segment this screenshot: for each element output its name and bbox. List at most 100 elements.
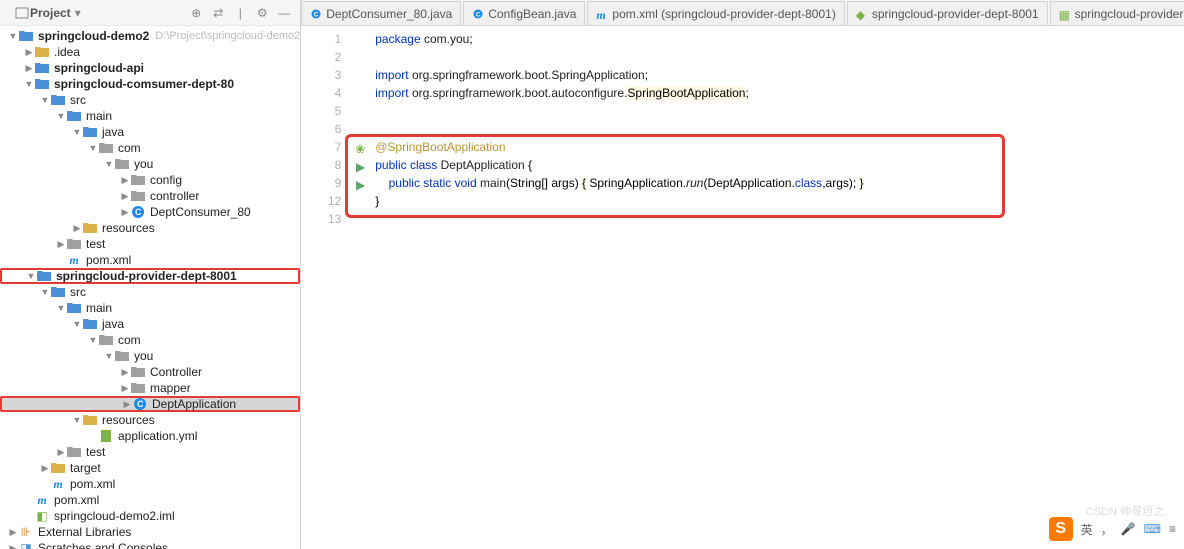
tree-row[interactable]: ▼resources (0, 412, 300, 428)
tree-row[interactable]: ▼com (0, 332, 300, 348)
tree-root[interactable]: ▼ springcloud-demo2 D:\Project\springclo… (0, 28, 300, 44)
package-icon (130, 173, 146, 187)
deptapp-label: DeptApplication (152, 397, 236, 411)
svg-text:C: C (476, 11, 481, 18)
tree-extlib[interactable]: ▶⊪External Libraries (0, 524, 300, 540)
root-label: springcloud-demo2 (38, 29, 149, 43)
tab-module[interactable]: ◆springcloud-provider-dept-8001 (847, 1, 1048, 25)
tree-row[interactable]: ▼src (0, 92, 300, 108)
maven-icon: m (596, 8, 608, 20)
hide-icon[interactable]: — (276, 5, 292, 21)
tab-label: DeptConsumer_80.java (326, 7, 452, 21)
folder-icon (66, 445, 82, 459)
ime-lang[interactable]: 英 (1081, 521, 1093, 538)
separator: | (232, 5, 248, 21)
tree-row[interactable]: ▶config (0, 172, 300, 188)
tree-row[interactable]: ▶CDeptConsumer_80 (0, 204, 300, 220)
tree-label: you (134, 349, 153, 363)
ime-mic-icon[interactable]: 🎤 (1121, 522, 1136, 536)
tree-row[interactable]: ▶Controller (0, 364, 300, 380)
tree-label: test (86, 237, 105, 251)
tree-row[interactable]: mpom.xml (0, 492, 300, 508)
package-icon (130, 381, 146, 395)
tree-idea[interactable]: ▶ .idea (0, 44, 300, 60)
resources-icon (82, 221, 98, 235)
class-icon: C (130, 205, 146, 219)
sidebar-title[interactable]: Project (30, 6, 71, 20)
chevron-right-icon[interactable]: ▶ (24, 47, 34, 58)
tree-label: java (102, 125, 124, 139)
svg-text:C: C (135, 207, 142, 217)
tree-row[interactable]: ▼you (0, 348, 300, 364)
chevron-right-icon[interactable]: ▶ (24, 63, 34, 74)
module-icon: ◆ (856, 8, 868, 20)
scratches-label: Scratches and Consoles (38, 541, 168, 549)
tree-row[interactable]: ▼src (0, 284, 300, 300)
tab-deptconsumer[interactable]: CDeptConsumer_80.java (301, 1, 461, 25)
chevron-down-icon[interactable]: ▼ (8, 31, 18, 41)
folder-icon (66, 109, 82, 123)
tree-label: springcloud-demo2.iml (54, 509, 175, 523)
chevron-down-icon[interactable]: ▼ (24, 79, 34, 89)
tree-label: DeptConsumer_80 (150, 205, 251, 219)
tab-pom[interactable]: mpom.xml (springcloud-provider-dept-8001… (587, 1, 844, 25)
tree-row[interactable]: mpom.xml (0, 252, 300, 268)
tree-row[interactable]: ▼main (0, 108, 300, 124)
tree-row[interactable]: ▼main (0, 300, 300, 316)
tree-consumer[interactable]: ▼ springcloud-comsumer-dept-80 (0, 76, 300, 92)
root-path: D:\Project\springcloud-demo2 (155, 30, 300, 42)
dropdown-icon[interactable]: ▾ (75, 6, 81, 20)
tab-yml[interactable]: ▦springcloud-provider-dept-8001\...\appl… (1050, 1, 1184, 25)
tree-label: Controller (150, 365, 202, 379)
ime-punct-icon[interactable]: ， (1101, 521, 1113, 538)
module-icon (36, 269, 52, 283)
package-icon (98, 141, 114, 155)
ime-menu-icon[interactable]: ≡ (1169, 522, 1176, 536)
tree-row[interactable]: ▶resources (0, 220, 300, 236)
folder-icon (66, 301, 82, 315)
tree-row[interactable]: ◧springcloud-demo2.iml (0, 508, 300, 524)
tab-label: ConfigBean.java (488, 7, 576, 21)
tree-api[interactable]: ▶ springcloud-api (0, 60, 300, 76)
module-icon (34, 61, 50, 75)
project-icon (14, 5, 30, 21)
tree-row[interactable]: ▼java (0, 124, 300, 140)
tree-row[interactable]: ▼java (0, 316, 300, 332)
project-folder-icon (18, 29, 34, 43)
tree-label: com (118, 333, 141, 347)
tree-deptapp[interactable]: ▶CDeptApplication (0, 396, 300, 412)
code-area[interactable]: 123456 7❀ 8▶ 9▶ 1213 package com.you; im… (301, 26, 1184, 549)
tree-row[interactable]: ▶mapper (0, 380, 300, 396)
tab-label: springcloud-provider-dept-8001\...\appli… (1075, 7, 1184, 21)
tree-provider[interactable]: ▼ springcloud-provider-dept-8001 (0, 268, 300, 284)
tree-row[interactable]: ▶test (0, 236, 300, 252)
tree-label: you (134, 157, 153, 171)
tree-label: mapper (150, 381, 191, 395)
tree-row[interactable]: ▶target (0, 460, 300, 476)
tab-configbean[interactable]: C ConfigBean.java (463, 1, 585, 25)
tree-row[interactable]: ▼com (0, 140, 300, 156)
chevron-down-icon[interactable]: ▼ (26, 271, 36, 281)
tree-row[interactable]: ▼you (0, 156, 300, 172)
tree-row[interactable]: mpom.xml (0, 476, 300, 492)
tree-row[interactable]: ▶controller (0, 188, 300, 204)
ime-keyboard-icon[interactable]: ⌨ (1144, 522, 1161, 536)
class-icon: C (132, 397, 148, 411)
package-icon (114, 349, 130, 363)
target-icon[interactable]: ⊕ (188, 5, 204, 21)
maven-icon: m (50, 477, 66, 491)
project-sidebar: Project ▾ ⊕ ⇄ | ⚙ — ▼ springcloud-demo2 … (0, 0, 301, 549)
code-content[interactable]: package com.you; import org.springframew… (351, 26, 1184, 549)
sogou-icon[interactable]: S (1049, 517, 1073, 541)
tree-row[interactable]: ▶test (0, 444, 300, 460)
tree-scratches[interactable]: ▶◨Scratches and Consoles (0, 540, 300, 549)
api-label: springcloud-api (54, 61, 144, 75)
maven-icon: m (66, 253, 82, 267)
gear-icon[interactable]: ⚙ (254, 5, 270, 21)
collapse-icon[interactable]: ⇄ (210, 5, 226, 21)
consumer-label: springcloud-comsumer-dept-80 (54, 77, 234, 91)
package-icon (98, 333, 114, 347)
tree-row[interactable]: application.yml (0, 428, 300, 444)
tree-label: java (102, 317, 124, 331)
tree-label: com (118, 141, 141, 155)
